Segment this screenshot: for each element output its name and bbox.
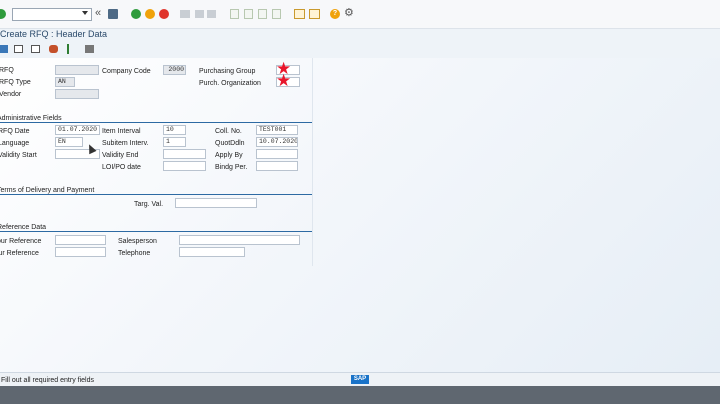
application-toolbar bbox=[0, 40, 720, 58]
last-page-icon[interactable] bbox=[272, 9, 281, 19]
your-reference-label: Your Reference bbox=[0, 238, 42, 245]
coll-no-label: Coll. No. bbox=[215, 128, 242, 135]
status-flag-icon[interactable] bbox=[67, 44, 69, 54]
rfq-number-field[interactable] bbox=[55, 65, 99, 75]
find-icon[interactable] bbox=[195, 10, 204, 18]
validity-end-field[interactable] bbox=[163, 149, 206, 159]
bindg-per-field[interactable] bbox=[256, 161, 298, 171]
subitem-interv-label: Subitem Interv. bbox=[102, 140, 149, 147]
window-bottom-bar bbox=[0, 386, 720, 404]
rfq-type-label: RFQ Type bbox=[0, 79, 31, 86]
rfq-date-field[interactable]: 01.07.2020 bbox=[55, 125, 100, 135]
validity-start-label: Validity Start bbox=[0, 152, 37, 159]
our-reference-label: Our Reference bbox=[0, 250, 39, 257]
status-message: Fill out all required entry fields bbox=[1, 377, 94, 384]
salesperson-label: Salesperson bbox=[118, 238, 157, 245]
apply-by-field[interactable] bbox=[256, 149, 298, 159]
cancel-icon[interactable] bbox=[159, 9, 169, 19]
loi-po-date-label: LOI/PO date bbox=[102, 164, 141, 171]
quotddln-field[interactable]: 10.07.2020 bbox=[256, 137, 298, 147]
panel-edge bbox=[312, 58, 313, 266]
language-label: Language bbox=[0, 140, 30, 147]
next-page-icon[interactable] bbox=[258, 9, 267, 19]
targ-val-field[interactable] bbox=[175, 198, 257, 208]
print-icon[interactable] bbox=[180, 10, 190, 18]
enter-icon[interactable] bbox=[0, 9, 6, 19]
vendor-label: Vendor bbox=[0, 91, 22, 98]
texts-icon[interactable] bbox=[31, 45, 40, 53]
reference-section-title: Reference Data bbox=[0, 224, 47, 231]
company-code-label: Company Code bbox=[102, 68, 151, 75]
shortcut-icon[interactable] bbox=[309, 9, 320, 19]
subitem-interv-field[interactable]: 1 bbox=[163, 137, 186, 147]
telephone-field[interactable] bbox=[179, 247, 245, 257]
collapse-icon[interactable]: « bbox=[95, 8, 101, 19]
help-icon[interactable]: ? bbox=[330, 9, 340, 19]
new-session-icon[interactable] bbox=[294, 9, 305, 19]
company-code-field[interactable]: 2000 bbox=[163, 65, 186, 75]
rfq-type-field[interactable]: AN bbox=[55, 77, 75, 87]
page-title: Create RFQ : Header Data bbox=[0, 29, 108, 39]
prev-page-icon[interactable] bbox=[244, 9, 253, 19]
item-interval-label: Item Interval bbox=[102, 128, 141, 135]
header-details-icon[interactable] bbox=[14, 45, 23, 53]
quotddln-label: QuotDdln bbox=[215, 140, 245, 147]
apply-by-label: Apply By bbox=[215, 152, 243, 159]
our-reference-field[interactable] bbox=[55, 247, 106, 257]
back-icon[interactable] bbox=[131, 9, 141, 19]
find-next-icon[interactable] bbox=[207, 10, 216, 18]
required-star-icon: ★ bbox=[276, 71, 292, 90]
loi-po-date-field[interactable] bbox=[163, 161, 206, 171]
system-toolbar: « ? ⚙ bbox=[0, 0, 720, 29]
language-field[interactable]: EN bbox=[55, 137, 83, 147]
telephone-label: Telephone bbox=[118, 250, 151, 257]
rfq-label: RFQ bbox=[0, 67, 14, 74]
section-divider bbox=[0, 231, 312, 232]
purch-organization-label: Purch. Organization bbox=[199, 80, 261, 87]
delivery-section-title: Terms of Delivery and Payment bbox=[0, 187, 95, 194]
salesperson-field[interactable] bbox=[179, 235, 300, 245]
validity-end-label: Validity End bbox=[102, 152, 139, 159]
print-preview-icon[interactable] bbox=[85, 45, 94, 53]
vendor-field[interactable] bbox=[55, 89, 99, 99]
first-page-icon[interactable] bbox=[230, 9, 239, 19]
targ-val-label: Targ. Val. bbox=[134, 201, 164, 208]
item-interval-field[interactable]: 10 bbox=[163, 125, 186, 135]
purchasing-group-label: Purchasing Group bbox=[199, 68, 256, 75]
sap-logo: SAP bbox=[351, 375, 369, 384]
rfq-date-label: RFQ Date bbox=[0, 128, 30, 135]
save-icon[interactable] bbox=[108, 9, 118, 19]
coll-no-field[interactable]: TEST001 bbox=[256, 125, 298, 135]
admin-section-title: Administrative Fields bbox=[0, 115, 62, 122]
exit-icon[interactable] bbox=[145, 9, 155, 19]
command-dropdown-icon[interactable] bbox=[82, 11, 88, 15]
org-data-icon[interactable] bbox=[0, 45, 8, 53]
partners-icon[interactable] bbox=[49, 45, 58, 53]
status-bar: Fill out all required entry fields SAP bbox=[0, 372, 720, 387]
bindg-per-label: Bindg Per. bbox=[215, 164, 248, 171]
your-reference-field[interactable] bbox=[55, 235, 106, 245]
settings-icon[interactable]: ⚙ bbox=[344, 8, 354, 19]
header-data-screen: RFQ RFQ Type AN Vendor Company Code 2000… bbox=[0, 58, 720, 372]
command-field[interactable] bbox=[12, 8, 92, 21]
